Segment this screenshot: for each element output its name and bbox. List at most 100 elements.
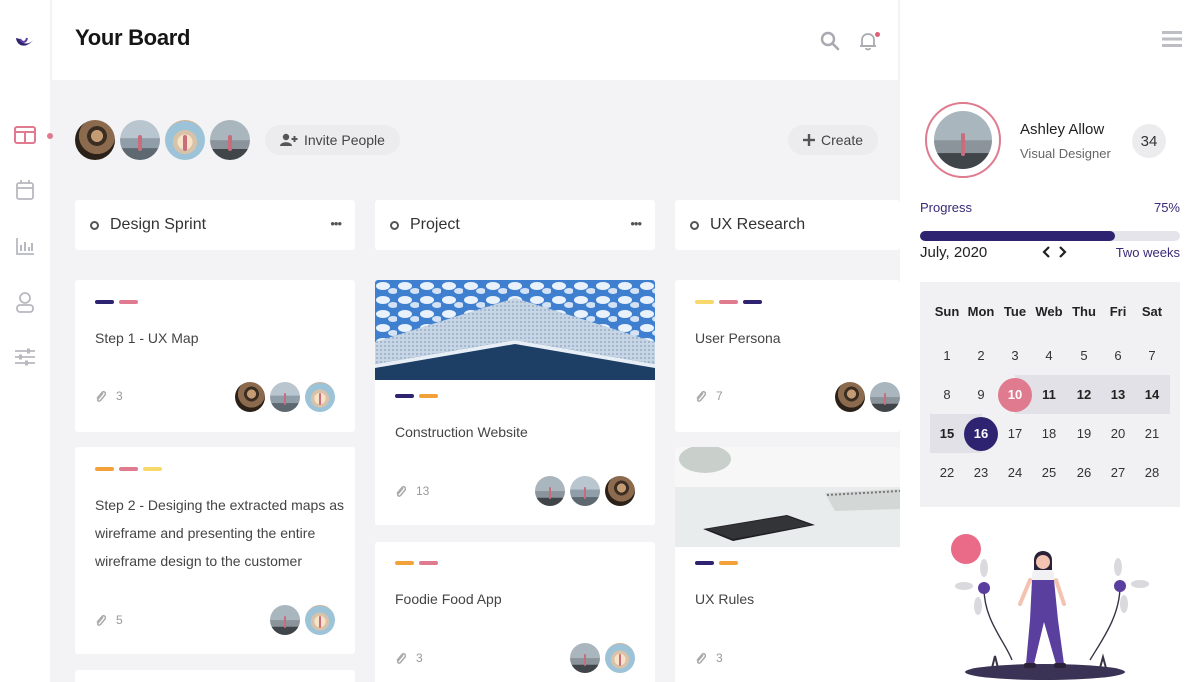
card-tags [395,561,438,565]
settings-nav-icon[interactable] [14,346,36,368]
avatar [835,382,865,412]
profile-name: Ashley Allow [1020,121,1105,138]
calendar-day[interactable]: 14 [1135,375,1169,414]
calendar-day[interactable]: 26 [1067,453,1101,492]
calendar-grid: Sun Mon Tue Web Thu Fri Sat 1 2 3 4 5 6 7 8 9 10 11 12 13 14… [920,282,1180,507]
calendar-day[interactable]: 10 [998,375,1032,414]
avatar [305,605,335,635]
task-card[interactable]: Construction Website 13 [375,280,655,525]
calendar-day[interactable]: 12 [1067,375,1101,414]
chart-nav-icon[interactable] [14,235,36,257]
column-title: Design Sprint [110,216,207,233]
task-card[interactable]: Step 2 - Desiging the extracted maps as … [75,447,355,654]
paperclip-icon [96,390,106,402]
more-icon[interactable]: ••• [330,216,342,231]
avatar[interactable] [75,120,115,160]
card-tags [695,561,738,565]
task-card[interactable] [75,670,355,682]
avatar [870,382,900,412]
attachment-count: 3 [395,651,423,665]
profile-avatar[interactable] [925,102,1001,178]
cover-image [375,280,655,380]
column-title: Project [410,216,460,233]
calendar-day[interactable]: 8 [930,375,964,414]
task-card[interactable]: Step 1 - UX Map 3 [75,280,355,432]
weekday-header: Sun [934,304,960,319]
task-card[interactable]: Foodie Food App 3 [375,542,655,682]
card-tags [695,300,762,304]
card-title: Step 2 - Desiging the extracted maps as … [95,497,345,569]
calendar-day[interactable]: 20 [1101,414,1135,453]
progress-value: 75% [1153,200,1180,215]
attachment-count: 5 [95,613,123,627]
weekday-header: Fri [1109,304,1127,319]
notification-dot [875,32,880,37]
user-nav-icon[interactable] [14,291,36,313]
menu-icon[interactable] [1162,30,1182,48]
calendar-day[interactable]: 5 [1067,336,1101,375]
calendar-day[interactable]: 6 [1101,336,1135,375]
card-members [270,605,335,635]
calendar-day[interactable]: 21 [1135,414,1169,453]
calendar-day[interactable]: 19 [1067,414,1101,453]
profile-role: Visual Designer [1020,146,1111,161]
calendar-day[interactable]: 27 [1101,453,1135,492]
card-tags [95,467,162,471]
calendar-day[interactable]: 24 [998,453,1032,492]
calendar-day[interactable]: 17 [998,414,1032,453]
team-avatars [75,120,250,160]
card-members [535,476,635,506]
board-nav-icon[interactable] [14,124,36,146]
chevron-left-icon[interactable] [1040,244,1054,260]
calendar-day[interactable]: 7 [1135,336,1169,375]
calendar-day[interactable]: 9 [964,375,998,414]
attachment-count: 7 [695,389,723,403]
calendar-day[interactable]: 11 [1032,375,1066,414]
column-header-design-sprint: Design Sprint ••• [75,200,355,250]
column-status-icon [390,220,399,230]
column-status-icon [90,220,99,230]
weekday-header: Sat [1141,304,1163,319]
weekday-header: Mon [967,304,995,319]
more-icon[interactable]: ••• [630,216,642,231]
calendar-day[interactable]: 23 [964,453,998,492]
calendar-day[interactable]: 1 [930,336,964,375]
create-button[interactable]: Create [788,125,879,155]
calendar-day[interactable]: 2 [964,336,998,375]
column-title: UX Research [710,216,806,233]
attachment-count: 3 [95,389,123,403]
logo-icon[interactable] [13,29,37,53]
calendar-day[interactable]: 16 [964,414,998,453]
calendar-day[interactable]: 4 [1032,336,1066,375]
calendar-nav-icon[interactable] [14,179,36,201]
cover-image [675,447,900,547]
card-members [235,382,335,412]
avatar[interactable] [120,120,160,160]
weekday-header: Web [1035,304,1063,319]
plus-icon [803,134,815,146]
task-card[interactable]: User Persona 7 [675,280,900,432]
avatar[interactable] [165,120,205,160]
avatar[interactable] [210,120,250,160]
calendar-day[interactable]: 22 [930,453,964,492]
card-tags [95,300,138,304]
calendar-day[interactable]: 3 [998,336,1032,375]
invite-people-button[interactable]: Invite People [265,125,400,155]
calendar-day[interactable]: 18 [1032,414,1066,453]
calendar-day[interactable]: 13 [1101,375,1135,414]
weekday-header: Thu [1072,304,1096,319]
search-icon[interactable] [819,30,841,52]
paperclip-icon [96,614,106,626]
invite-label: Invite People [304,132,385,148]
calendar-day[interactable]: 28 [1135,453,1169,492]
calendar-day[interactable]: 15 [930,414,964,453]
paperclip-icon [696,652,706,664]
range-selector[interactable]: Two weeks [1116,245,1180,260]
calendar-day[interactable]: 25 [1032,453,1066,492]
chevron-right-icon[interactable] [1055,244,1069,260]
avatar [605,476,635,506]
column-header-ux-research: UX Research [675,200,900,250]
task-card[interactable]: UX Rules 3 [675,447,900,682]
card-title: User Persona [695,330,781,346]
card-title: Foodie Food App [395,591,502,607]
